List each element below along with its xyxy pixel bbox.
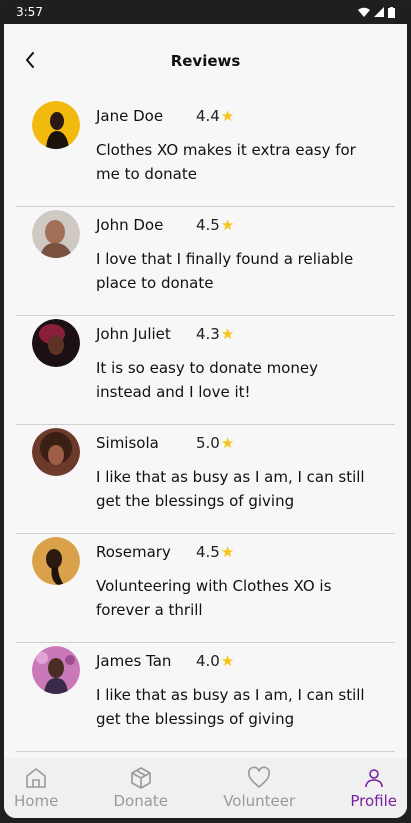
review-text: I like that as busy as I am, I can still… [96,686,365,728]
reviews-list: Jane Doe 4.4 ★ Clothes XO makes it extra… [4,98,407,752]
avatar [32,428,80,476]
battery-icon [388,6,395,18]
review-item: James Tan 4.0 ★ I like that as busy as I… [16,643,395,752]
nav-label: Volunteer [223,792,296,810]
reviewer-name: Simisola [96,434,159,452]
signal-icon [374,7,384,17]
person-icon [364,769,383,788]
review-rating: 4.0 ★ [196,652,234,670]
review-text: I like that as busy as I am, I can still… [96,468,365,510]
reviewer-name: Rosemary [96,543,171,561]
star-icon: ★ [220,107,235,125]
rating-value: 4.5 [196,216,220,234]
star-icon: ★ [220,434,235,452]
reviewer-name: John Doe [96,216,164,234]
avatar [32,101,80,149]
nav-volunteer[interactable]: Volunteer [223,766,295,810]
header: Reviews [4,24,407,98]
review-text: Volunteering with Clothes XO is forever … [96,577,332,619]
nav-donate[interactable]: Donate [113,766,168,810]
rating-value: 4.5 [196,543,220,561]
review-rating: 4.4 ★ [196,107,234,125]
nav-label: Donate [113,792,169,810]
review-text: I love that I finally found a reliable p… [96,250,354,292]
review-item: John Juliet 4.3 ★ It is so easy to donat… [16,316,395,425]
review-item: John Doe 4.5 ★ I love that I finally fou… [16,207,395,316]
review-text: Clothes XO makes it extra easy for me to… [96,141,356,183]
device-frame: 3:57 Reviews Jane Doe 4.4 ★ Clothes XO m… [0,0,411,823]
reviewer-name: Jane Doe [96,107,164,125]
rating-value: 5.0 [196,434,220,452]
nav-label: Profile [350,792,397,810]
status-time: 3:57 [16,5,43,19]
avatar [32,646,80,694]
rating-value: 4.3 [196,325,220,343]
home-icon [26,768,46,788]
box-icon [130,767,151,789]
star-icon: ★ [220,325,235,343]
review-item: Rosemary 4.5 ★ Volunteering with Clothes… [16,534,395,643]
review-item: Simisola 5.0 ★ I like that as busy as I … [16,425,395,534]
screen: Reviews Jane Doe 4.4 ★ Clothes XO makes … [4,24,407,818]
review-text: It is so easy to donate money instead an… [96,359,318,401]
review-rating: 4.3 ★ [196,325,234,343]
reviewer-name: James Tan [96,652,172,670]
page-title: Reviews [170,52,241,70]
star-icon: ★ [220,543,235,561]
avatar [32,319,80,367]
heart-icon [248,766,271,788]
wifi-icon [358,7,370,17]
rating-value: 4.4 [196,107,220,125]
avatar [32,537,80,585]
status-bar: 3:57 [0,0,411,24]
status-icons [358,6,395,18]
bottom-navigation: Home Donate Volunteer Profile [4,758,407,818]
star-icon: ★ [220,216,235,234]
nav-label: Home [14,792,59,810]
review-rating: 4.5 ★ [196,543,234,561]
star-icon: ★ [220,652,235,670]
review-rating: 4.5 ★ [196,216,234,234]
review-item: Jane Doe 4.4 ★ Clothes XO makes it extra… [16,98,395,207]
reviewer-name: John Juliet [96,325,171,343]
rating-value: 4.0 [196,652,220,670]
nav-profile[interactable]: Profile [350,766,397,810]
review-rating: 5.0 ★ [196,434,234,452]
nav-home[interactable]: Home [14,766,58,810]
avatar [32,210,80,258]
